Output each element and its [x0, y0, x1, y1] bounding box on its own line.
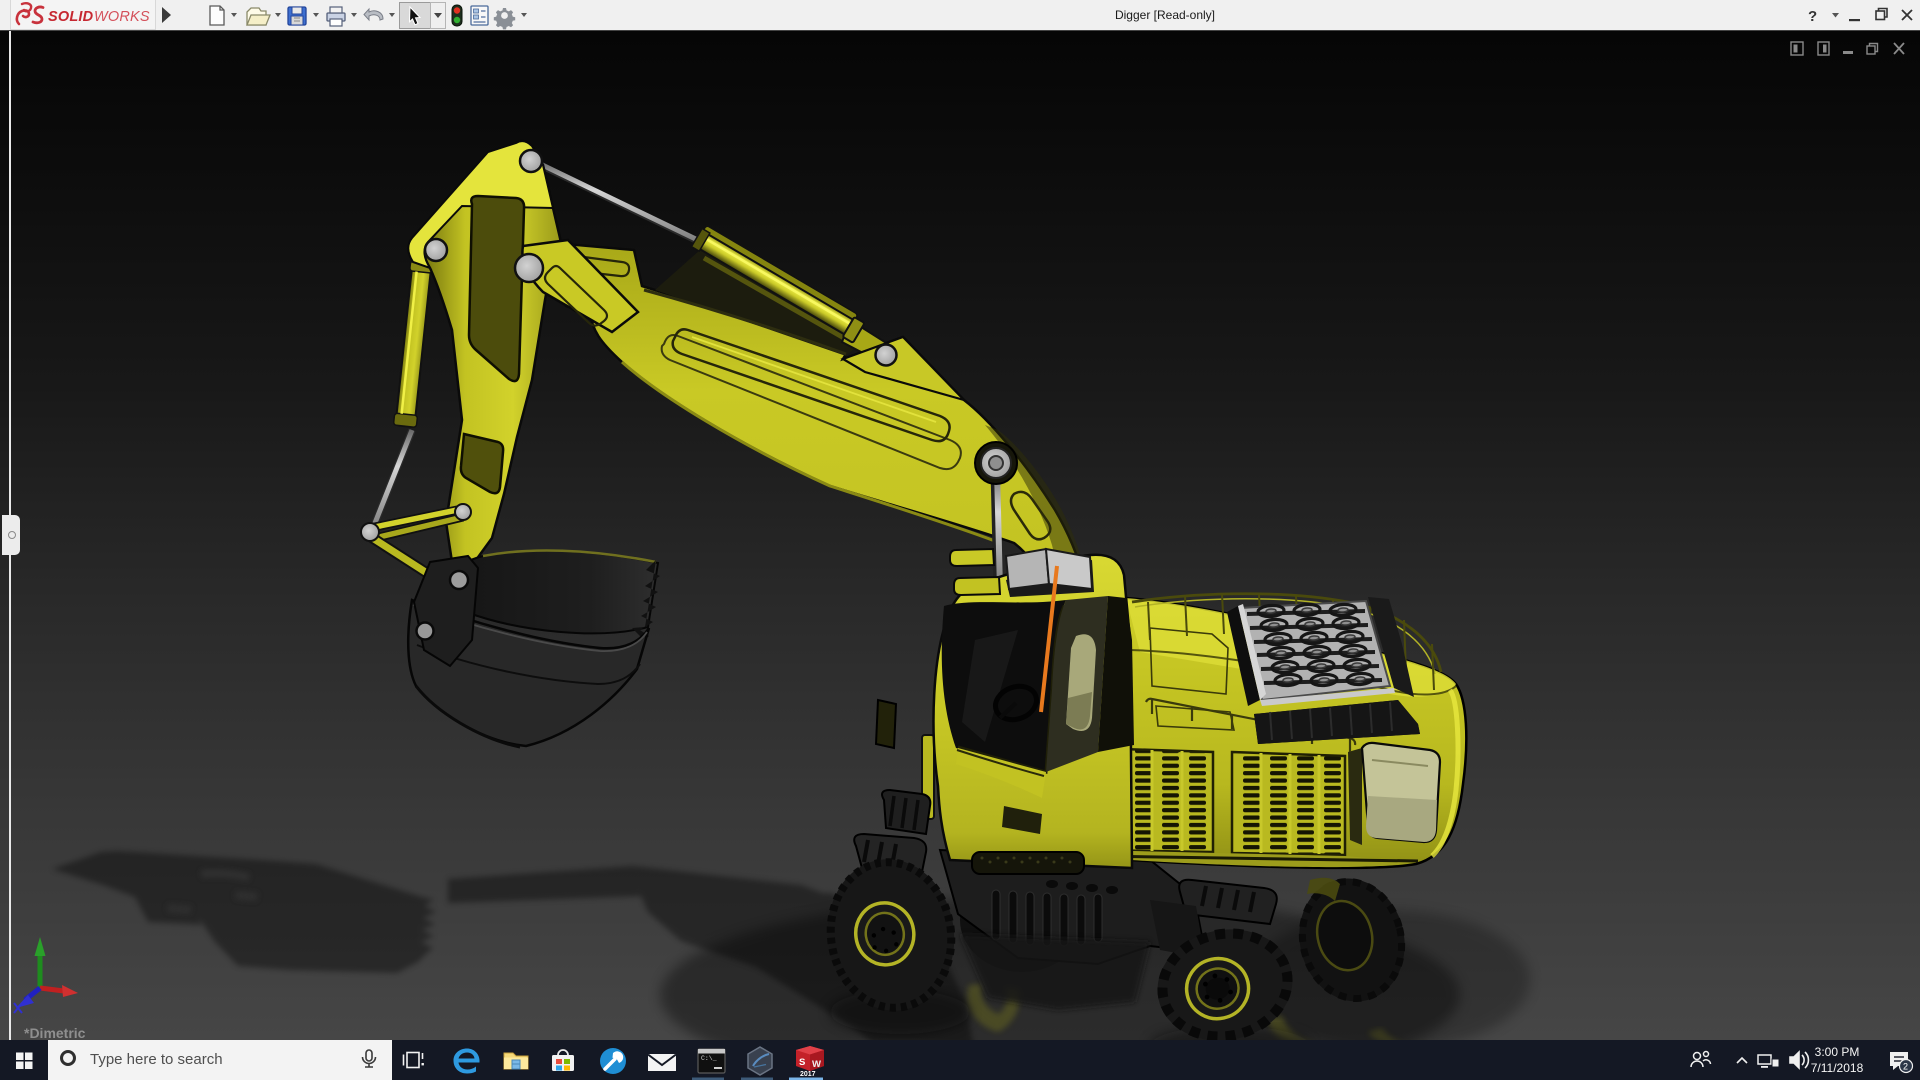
svg-text:2017: 2017 — [800, 1071, 816, 1078]
svg-text:S: S — [799, 1057, 805, 1068]
svg-text:SOLID: SOLID — [48, 9, 94, 25]
svg-text:W: W — [812, 1059, 821, 1070]
svg-text:?: ? — [1808, 8, 1817, 25]
svg-text:C:\_: C:\_ — [701, 1055, 717, 1062]
svg-text:2: 2 — [1903, 1062, 1908, 1072]
svg-text:WORKS: WORKS — [94, 9, 150, 25]
